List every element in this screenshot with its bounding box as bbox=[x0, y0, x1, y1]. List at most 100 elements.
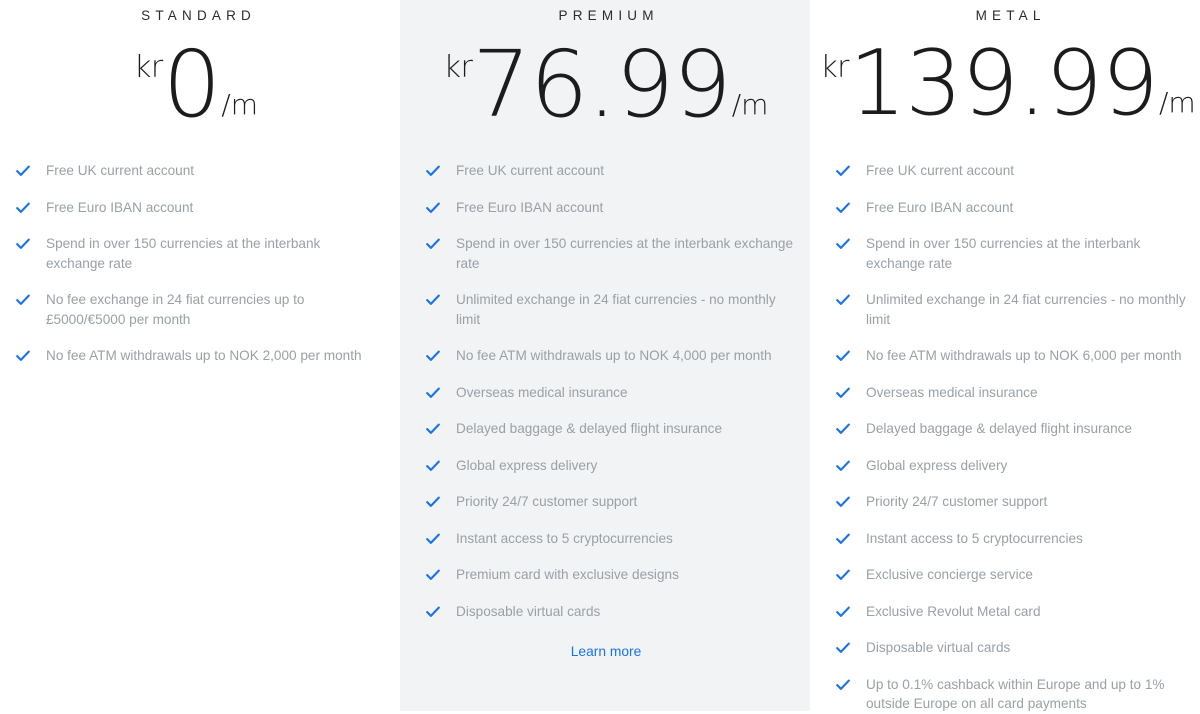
list-item: No fee exchange in 24 fiat currencies up… bbox=[0, 290, 392, 329]
feature-label: Instant access to 5 cryptocurrencies bbox=[456, 530, 673, 546]
feature-label: Spend in over 150 currencies at the inte… bbox=[456, 236, 794, 271]
check-icon bbox=[426, 495, 440, 509]
feature-label: Spend in over 150 currencies at the inte… bbox=[46, 236, 321, 271]
price-amount: 0 bbox=[162, 31, 222, 138]
list-item: Unlimited exchange in 24 fiat currencies… bbox=[820, 290, 1196, 329]
plan-column-metal: METAL kr 139.99 /m Free UK current accou… bbox=[810, 0, 1200, 711]
feature-label: Free UK current account bbox=[456, 163, 605, 178]
price-amount: 76.99 bbox=[472, 31, 731, 138]
feature-list-premium: Free UK current account Free Euro IBAN a… bbox=[410, 161, 802, 621]
check-icon bbox=[836, 678, 850, 692]
plan-column-standard: STANDARD kr 0 /m Free UK current account… bbox=[0, 0, 400, 711]
list-item: No fee ATM withdrawals up to NOK 6,000 p… bbox=[820, 346, 1196, 366]
price-period: /m bbox=[731, 88, 769, 121]
list-item: No fee ATM withdrawals up to NOK 2,000 p… bbox=[0, 346, 392, 366]
feature-label: Exclusive concierge service bbox=[866, 567, 1033, 582]
feature-label: No fee ATM withdrawals up to NOK 6,000 p… bbox=[866, 348, 1182, 363]
list-item: Free UK current account bbox=[410, 161, 802, 181]
check-icon bbox=[426, 237, 440, 251]
check-icon bbox=[836, 349, 850, 363]
check-icon bbox=[836, 459, 850, 473]
feature-label: Up to 0.1% cashback within Europe and up… bbox=[866, 676, 1165, 712]
learn-more-link[interactable]: Learn more bbox=[571, 644, 642, 659]
check-icon bbox=[426, 605, 440, 619]
feature-label: Global express delivery bbox=[456, 457, 598, 473]
list-item: Free Euro IBAN account bbox=[0, 198, 392, 218]
list-item: Priority 24/7 customer support bbox=[820, 492, 1196, 512]
check-icon bbox=[836, 164, 850, 178]
plan-price-standard: kr 0 /m bbox=[0, 31, 392, 141]
price-period: /m bbox=[1158, 86, 1196, 119]
plan-price-premium: kr 76.99 /m bbox=[410, 31, 802, 141]
feature-label: Disposable virtual cards bbox=[866, 640, 1011, 655]
list-item: No fee ATM withdrawals up to NOK 4,000 p… bbox=[410, 346, 802, 366]
plan-title-premium: PREMIUM bbox=[558, 8, 659, 23]
feature-list-metal: Free UK current account Free Euro IBAN a… bbox=[820, 161, 1196, 714]
list-item: Overseas medical insurance bbox=[410, 383, 802, 403]
check-icon bbox=[836, 641, 850, 655]
check-icon bbox=[426, 532, 440, 546]
list-item: Free UK current account bbox=[0, 161, 392, 181]
check-icon bbox=[16, 293, 30, 307]
feature-label: Instant access to 5 cryptocurrencies bbox=[866, 530, 1083, 546]
list-item: Global express delivery bbox=[820, 456, 1196, 476]
check-icon bbox=[836, 293, 850, 307]
list-item: Free UK current account bbox=[820, 161, 1196, 181]
check-icon bbox=[426, 349, 440, 363]
list-item: Up to 0.1% cashback within Europe and up… bbox=[820, 675, 1196, 714]
check-icon bbox=[426, 293, 440, 307]
price-period: /m bbox=[221, 88, 258, 121]
list-item: Exclusive Revolut Metal card bbox=[820, 602, 1196, 622]
price-currency-symbol: kr bbox=[443, 50, 473, 85]
feature-label: Spend in over 150 currencies at the inte… bbox=[866, 236, 1141, 271]
check-icon bbox=[836, 532, 850, 546]
list-item: Delayed baggage & delayed flight insuran… bbox=[820, 419, 1196, 439]
list-item: Overseas medical insurance bbox=[820, 383, 1196, 403]
list-item: Exclusive concierge service bbox=[820, 565, 1196, 585]
feature-label: No fee exchange in 24 fiat currencies up… bbox=[46, 292, 305, 327]
list-item: Spend in over 150 currencies at the inte… bbox=[410, 234, 802, 273]
plan-price-metal: kr 139.99 /m bbox=[820, 36, 1196, 141]
list-item: Unlimited exchange in 24 fiat currencies… bbox=[410, 290, 802, 329]
feature-label: Overseas medical insurance bbox=[866, 384, 1038, 400]
check-icon bbox=[836, 386, 850, 400]
list-item: Free Euro IBAN account bbox=[820, 198, 1196, 218]
feature-label: Delayed baggage & delayed flight insuran… bbox=[456, 421, 723, 436]
list-item: Free Euro IBAN account bbox=[410, 198, 802, 218]
feature-label: Global express delivery bbox=[866, 457, 1008, 473]
check-icon bbox=[836, 422, 850, 436]
check-icon bbox=[16, 201, 30, 215]
list-item: Disposable virtual cards bbox=[820, 638, 1196, 658]
check-icon bbox=[836, 201, 850, 215]
check-icon bbox=[426, 568, 440, 582]
feature-label: Free Euro IBAN account bbox=[456, 199, 604, 215]
feature-list-standard: Free UK current account Free Euro IBAN a… bbox=[0, 161, 392, 366]
list-item: Spend in over 150 currencies at the inte… bbox=[0, 234, 392, 273]
price-currency-symbol: kr bbox=[134, 50, 163, 85]
feature-label: Unlimited exchange in 24 fiat currencies… bbox=[456, 292, 776, 327]
feature-label: Free Euro IBAN account bbox=[46, 199, 194, 215]
feature-label: No fee ATM withdrawals up to NOK 4,000 p… bbox=[456, 348, 772, 363]
check-icon bbox=[426, 201, 440, 215]
check-icon bbox=[836, 495, 850, 509]
feature-label: Unlimited exchange in 24 fiat currencies… bbox=[866, 292, 1186, 327]
feature-label: Delayed baggage & delayed flight insuran… bbox=[866, 421, 1133, 436]
check-icon bbox=[426, 459, 440, 473]
check-icon bbox=[16, 237, 30, 251]
feature-label: Overseas medical insurance bbox=[456, 384, 628, 400]
check-icon bbox=[426, 386, 440, 400]
list-item: Instant access to 5 cryptocurrencies bbox=[820, 529, 1196, 549]
check-icon bbox=[836, 237, 850, 251]
feature-label: Disposable virtual cards bbox=[456, 603, 601, 619]
learn-more-container: Learn more bbox=[410, 643, 802, 661]
check-icon bbox=[426, 422, 440, 436]
list-item: Global express delivery bbox=[410, 456, 802, 476]
check-icon bbox=[16, 349, 30, 363]
check-icon bbox=[426, 164, 440, 178]
pricing-plans-comparison: STANDARD kr 0 /m Free UK current account… bbox=[0, 0, 1200, 711]
feature-label: Priority 24/7 customer support bbox=[866, 494, 1048, 509]
feature-label: Exclusive Revolut Metal card bbox=[866, 603, 1041, 619]
plan-title-standard: STANDARD bbox=[141, 8, 257, 23]
feature-label: Premium card with exclusive designs bbox=[456, 567, 679, 582]
list-item: Priority 24/7 customer support bbox=[410, 492, 802, 512]
